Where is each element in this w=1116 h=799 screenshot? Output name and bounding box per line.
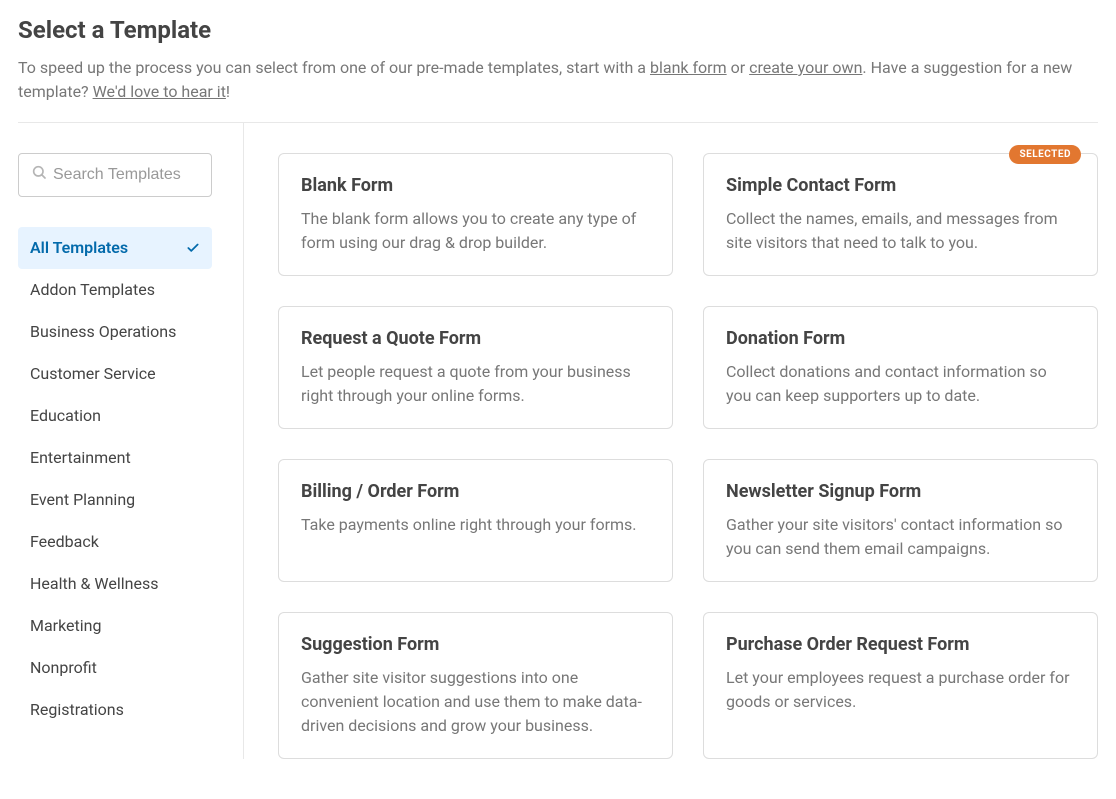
category-list: All Templates Addon Templates Business Ope… [18,227,212,731]
search-icon [31,163,53,187]
category-label: Business Operations [30,320,176,344]
template-card[interactable]: Donation Form Collect donations and conta… [703,306,1098,429]
category-label: Registrations [30,698,124,722]
template-title: Purchase Order Request Form [726,631,1075,658]
template-card[interactable]: Purchase Order Request Form Let your empl… [703,612,1098,759]
template-card[interactable]: Blank Form The blank form allows you to c… [278,153,673,276]
sidebar: All Templates Addon Templates Business Ope… [18,123,244,759]
template-desc: Let your employees request a purchase or… [726,666,1075,714]
template-grid: Blank Form The blank form allows you to c… [278,153,1098,759]
category-label: Customer Service [30,362,156,386]
template-desc: Take payments online right through your … [301,513,650,537]
category-item[interactable]: Marketing [18,605,212,647]
page-title: Select a Template [18,12,1098,48]
intro-text: To speed up the process you can select f… [18,56,1098,104]
template-title: Donation Form [726,325,1075,352]
check-icon [186,241,200,255]
category-label: Event Planning [30,488,135,512]
category-label: Health & Wellness [30,572,158,596]
category-label: Marketing [30,614,101,638]
template-title: Request a Quote Form [301,325,650,352]
template-card[interactable]: Newsletter Signup Form Gather your site v… [703,459,1098,582]
template-content: Blank Form The blank form allows you to c… [244,123,1098,759]
category-item[interactable]: Business Operations [18,311,212,353]
category-label: Entertainment [30,446,131,470]
category-item[interactable]: Education [18,395,212,437]
category-label: All Templates [30,236,128,260]
template-desc: Collect the names, emails, and messages … [726,207,1075,255]
template-desc: Gather site visitor suggestions into one… [301,666,650,738]
category-label: Education [30,404,101,428]
suggestion-link[interactable]: We'd love to hear it [93,82,226,101]
category-item[interactable]: Event Planning [18,479,212,521]
category-item[interactable]: Registrations [18,689,212,731]
category-label: Addon Templates [30,278,155,302]
template-card[interactable]: Request a Quote Form Let people request a… [278,306,673,429]
template-desc: Gather your site visitors' contact infor… [726,513,1075,561]
blank-form-link[interactable]: blank form [650,58,727,77]
intro-or: or [727,58,749,77]
template-title: Billing / Order Form [301,478,650,505]
create-own-link[interactable]: create your own [749,58,862,77]
category-item[interactable]: Entertainment [18,437,212,479]
search-box[interactable] [18,153,212,197]
category-label: Nonprofit [30,656,97,680]
category-item[interactable]: Health & Wellness [18,563,212,605]
template-card[interactable]: SELECTEDSimple Contact FormCollect the n… [703,153,1098,276]
category-label: Feedback [30,530,99,554]
category-item[interactable]: Addon Templates [18,269,212,311]
category-item[interactable]: Nonprofit [18,647,212,689]
category-item[interactable]: All Templates [18,227,212,269]
intro-suffix: ! [226,82,230,101]
template-desc: The blank form allows you to create any … [301,207,650,255]
template-card[interactable]: Billing / Order Form Take payments online… [278,459,673,582]
template-title: Newsletter Signup Form [726,478,1075,505]
template-title: Suggestion Form [301,631,650,658]
intro-prefix: To speed up the process you can select f… [18,58,650,77]
template-desc: Collect donations and contact informatio… [726,360,1075,408]
template-card[interactable]: Suggestion Form Gather site visitor sugge… [278,612,673,759]
selected-badge: SELECTED [1009,145,1081,164]
template-desc: Let people request a quote from your bus… [301,360,650,408]
category-item[interactable]: Feedback [18,521,212,563]
template-title: Blank Form [301,172,650,199]
category-item[interactable]: Customer Service [18,353,212,395]
search-input[interactable] [53,166,199,184]
template-title: Simple Contact Form [726,172,1075,199]
